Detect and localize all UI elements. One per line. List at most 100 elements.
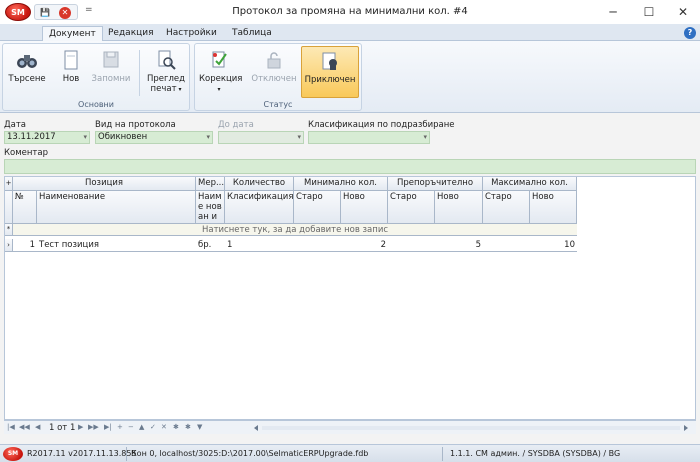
record-navigator: |◀ ◀◀ ◀ 1 от 1 ▶ ▶▶ ▶| + − ▲ ✓ ✕ ✱ ✱ ▼ [4, 420, 696, 434]
new-document-icon [60, 49, 82, 71]
title-bar: SM 💾 ✕ = Протокол за промяна на минималн… [0, 0, 700, 24]
cell-min-old[interactable] [294, 239, 341, 252]
tab-settings[interactable]: Настройки [160, 26, 223, 41]
chevron-down-icon[interactable]: ▾ [83, 132, 87, 143]
cell-measure[interactable]: бр. [196, 239, 225, 252]
correction-label: Корекция [199, 74, 243, 84]
to-date-field[interactable]: ▾ [218, 131, 304, 144]
tab-edit[interactable]: Редакция [102, 26, 160, 41]
col-measure[interactable]: Наиме нован ие [196, 191, 225, 224]
help-icon[interactable]: ? [684, 27, 696, 39]
col-rec-old[interactable]: Старо [388, 191, 435, 224]
window-title: Протокол за промяна на минимални кол. #4 [232, 6, 468, 17]
cell-max-old[interactable] [483, 239, 530, 252]
protocol-type-label: Вид на протокола [95, 120, 176, 130]
prev-record-icon[interactable]: ◀ [35, 423, 40, 431]
tab-document[interactable]: Документ [42, 26, 103, 41]
search-button[interactable]: Търсене [7, 46, 47, 98]
header-min-qty: Минимално кол. [294, 177, 388, 191]
filter-icon[interactable]: ▼ [197, 423, 202, 431]
status-separator [442, 447, 443, 461]
protocol-type-select[interactable]: Обикновен ▾ [95, 131, 213, 144]
chevron-down-icon[interactable]: ▾ [423, 132, 427, 143]
horizontal-scrollbar[interactable] [252, 424, 690, 432]
add-record-icon[interactable]: + [117, 423, 123, 431]
cell-classification[interactable]: 1 [225, 239, 294, 252]
col-min-old[interactable]: Старо [294, 191, 341, 224]
cell-rec-old[interactable] [388, 239, 435, 252]
close-window-button[interactable]: ✕ [670, 3, 696, 21]
preview-label: Преглед [146, 74, 186, 84]
new-row-indicator: * [5, 224, 13, 236]
col-max-old[interactable]: Старо [483, 191, 530, 224]
next-record-icon[interactable]: ▶ [78, 423, 83, 431]
chevron-down-icon[interactable]: ▾ [206, 132, 210, 143]
status-connection: Кон 0, localhost/3025:D:\2017.00\Selmati… [131, 449, 369, 458]
col-max-new[interactable]: Ново [530, 191, 577, 224]
next-page-icon[interactable]: ▶▶ [88, 423, 99, 431]
new-button[interactable]: Нов [59, 46, 83, 98]
bookmark-icon[interactable]: ✱ [173, 423, 179, 431]
minimize-button[interactable]: ─ [600, 3, 626, 21]
comment-label: Коментар [4, 148, 48, 158]
close-document-icon[interactable]: ✕ [59, 7, 71, 19]
chevron-down-icon[interactable]: ▾ [297, 132, 301, 143]
cell-no[interactable]: 1 [13, 239, 37, 252]
header-rec-qty: Препоръчително кол. [388, 177, 483, 191]
correction-icon [208, 49, 230, 71]
maximize-button[interactable]: ☐ [636, 3, 662, 21]
col-name[interactable]: Наименование [37, 191, 196, 224]
cell-name[interactable]: Тест позиция [37, 239, 196, 252]
tab-table[interactable]: Таблица [226, 26, 278, 41]
go-to-bookmark-icon[interactable]: ✱ [185, 423, 191, 431]
to-date-label: До дата [218, 120, 254, 130]
current-row-indicator: › [5, 239, 13, 252]
default-classification-select[interactable]: ▾ [308, 131, 430, 144]
date-label: Дата [4, 120, 27, 130]
unlocked-button[interactable]: Отключен [251, 46, 297, 98]
ribbon: Търсене Нов Запомни Преглед печат ▾ Осно… [0, 41, 700, 113]
search-label: Търсене [8, 74, 46, 84]
cell-min-new[interactable]: 2 [341, 239, 388, 252]
first-record-icon[interactable]: |◀ [7, 423, 15, 431]
save-label: Запомни [91, 74, 131, 84]
new-record-row[interactable]: Натиснете тук, за да добавите нов запис [13, 224, 577, 236]
group-separator [139, 50, 140, 96]
date-value: 13.11.2017 [7, 132, 56, 142]
table-row[interactable]: › 1 Тест позиция бр. 1 2 5 10 [5, 239, 577, 252]
cancel-icon[interactable]: ✕ [161, 423, 167, 431]
quick-access-toolbar: 💾 ✕ [34, 4, 78, 20]
status-version: R2017.11 v2017.11.13.855 [27, 449, 137, 458]
cell-rec-new[interactable]: 5 [435, 239, 483, 252]
header-position: Позиция [13, 177, 196, 191]
correction-button[interactable]: Корекция ▾ [199, 46, 243, 98]
app-logo[interactable]: SM [5, 3, 31, 21]
save-icon[interactable]: 💾 [39, 7, 51, 18]
new-label: Нов [62, 74, 80, 84]
print-preview-button[interactable]: Преглед печат ▾ [145, 46, 187, 98]
col-rec-new[interactable]: Ново [435, 191, 483, 224]
cell-max-new[interactable]: 10 [530, 239, 577, 252]
customize-toolbar-icon[interactable]: = [85, 5, 93, 15]
record-counter: 1 от 1 [49, 423, 76, 433]
closed-button[interactable]: Приключен [301, 46, 359, 98]
last-record-icon[interactable]: ▶| [104, 423, 112, 431]
col-classification[interactable]: Класификация [225, 191, 294, 224]
print-preview-icon [155, 49, 177, 71]
ribbon-tab-bar: Документ Редакция Настройки Таблица [0, 24, 700, 41]
delete-record-icon[interactable]: − [128, 423, 134, 431]
move-up-icon[interactable]: ▲ [139, 423, 144, 431]
status-user: 1.1.1. СМ админ. / SYSDBA (SYSDBA) / BG [450, 449, 621, 458]
save-button[interactable]: Запомни [91, 46, 131, 98]
date-field[interactable]: 13.11.2017 ▾ [4, 131, 90, 144]
prev-page-icon[interactable]: ◀◀ [19, 423, 30, 431]
comment-input[interactable] [4, 159, 696, 174]
col-min-new[interactable]: Ново [341, 191, 388, 224]
col-no[interactable]: № [13, 191, 37, 224]
group-status: Корекция ▾ Отключен Приключен Статус [194, 43, 362, 111]
positions-grid: + Позиция Мер... Количество Минимално ко… [4, 176, 696, 420]
correction-dropdown-icon: ▾ [217, 86, 221, 93]
expand-icon[interactable]: + [5, 177, 13, 191]
header-measure: Мер... [196, 177, 225, 191]
confirm-icon[interactable]: ✓ [150, 423, 156, 431]
